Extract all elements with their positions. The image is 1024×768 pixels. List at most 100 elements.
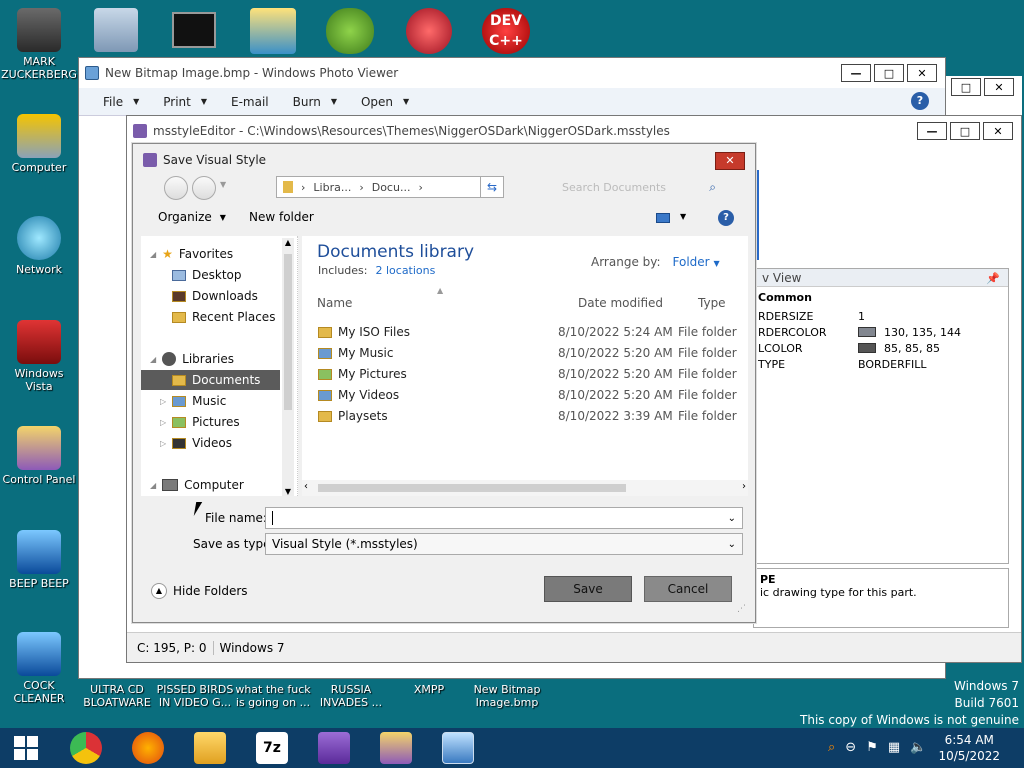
p-app-icon[interactable] — [406, 8, 452, 54]
file-row[interactable]: My Music 8/10/2022 5:20 AM File folder — [318, 343, 737, 363]
tree-favorites[interactable]: ◢ ★ Favorites — [150, 247, 233, 261]
menu-open[interactable]: Open ▼ — [361, 95, 409, 109]
forward-button[interactable] — [192, 176, 216, 200]
tree-recent-places[interactable]: Recent Places — [172, 310, 275, 324]
property-row[interactable]: RDERCOLOR 130, 135, 144 — [754, 324, 1008, 340]
minimize-button[interactable]: — — [841, 64, 871, 82]
menu-file[interactable]: File ▼ — [103, 95, 139, 109]
desktop-icon-top-3[interactable] — [250, 8, 296, 54]
hide-folders-button[interactable]: ▲ Hide Folders — [151, 583, 248, 599]
tree-videos[interactable]: ▷ Videos — [160, 436, 232, 450]
minus-tray-icon[interactable]: ⊖ — [845, 740, 856, 755]
view-options-icon[interactable] — [656, 213, 670, 223]
pin-icon[interactable]: 📌 — [986, 270, 1000, 288]
refresh-button[interactable]: ⇆ — [480, 176, 504, 198]
file-row[interactable]: My ISO Files 8/10/2022 5:24 AM File folder — [318, 322, 737, 342]
menu-email[interactable]: E-mail — [231, 95, 269, 109]
arrange-by-dropdown[interactable]: Folder ▼ — [673, 255, 720, 269]
maximize-button[interactable]: □ — [951, 78, 981, 96]
tree-scroll-thumb[interactable] — [284, 254, 292, 410]
tree-documents[interactable]: Documents — [172, 373, 260, 387]
column-name[interactable]: Name — [317, 296, 352, 310]
devcpp-icon[interactable]: DEV C++ — [482, 8, 530, 54]
desktop-icon-cock-cleaner[interactable]: COCK CLEANER — [0, 632, 78, 705]
scroll-up-arrow[interactable]: ▲ — [282, 238, 294, 247]
minimize-button[interactable]: — — [917, 122, 947, 140]
tree-desktop[interactable]: Desktop — [172, 268, 242, 282]
back-button[interactable] — [164, 176, 188, 200]
file-row[interactable]: My Pictures 8/10/2022 5:20 AM File folder — [318, 364, 737, 384]
scroll-right-arrow[interactable]: › — [742, 481, 746, 492]
tree-libraries[interactable]: ◢ Libraries — [150, 352, 234, 366]
tree-pictures[interactable]: ▷ Pictures — [160, 415, 240, 429]
chrome-icon[interactable] — [70, 732, 102, 764]
tree-scrollbar[interactable]: ▲ ▼ — [282, 238, 294, 496]
save-type-select[interactable]: Visual Style (*.msstyles) ⌄ — [265, 533, 743, 555]
desktop-icon-xmpp[interactable]: XMPP — [390, 683, 468, 696]
visual-studio-icon[interactable] — [318, 732, 350, 764]
search-tray-icon[interactable]: ⌕ — [828, 740, 835, 755]
file-name-input[interactable]: ⌄ — [265, 507, 743, 529]
close-button[interactable]: ✕ — [907, 64, 937, 82]
new-folder-button[interactable]: New folder — [249, 210, 314, 224]
photo-viewer-titlebar[interactable]: New Bitmap Image.bmp - Windows Photo Vie… — [79, 58, 945, 88]
file-explorer-icon[interactable] — [194, 732, 226, 764]
property-row[interactable]: LCOLOR 85, 85, 85 — [754, 340, 1008, 356]
network-tray-icon[interactable]: ▦ — [888, 740, 900, 755]
cancel-button[interactable]: Cancel — [644, 576, 732, 602]
desktop-icon-computer[interactable]: Computer — [0, 114, 78, 174]
view-dropdown-arrow[interactable]: ▼ — [680, 212, 686, 221]
tree-downloads[interactable]: Downloads — [172, 289, 258, 303]
content-hscroll-thumb[interactable] — [318, 484, 626, 492]
desktop-icon-wtf[interactable]: what the fuck is going on ... — [234, 683, 312, 709]
desktop-icon-pissed-birds[interactable]: PISSED BIRDS IN VIDEO G... — [156, 683, 234, 709]
desktop-icon-windows-vista[interactable]: Windows Vista — [0, 320, 78, 393]
desktop-icon-beep-beep[interactable]: BEEP BEEP — [0, 530, 78, 590]
breadcrumb-documents[interactable]: Docu... — [372, 181, 411, 194]
desktop-icon-ultra-cd[interactable]: ULTRA CD BLOATWARE — [78, 683, 156, 709]
save-type-dropdown-arrow[interactable]: ⌄ — [728, 539, 736, 550]
desktop-icon-top-1[interactable] — [94, 8, 138, 52]
breadcrumb-libraries[interactable]: Libra... — [313, 181, 351, 194]
cmd-icon[interactable] — [172, 12, 216, 48]
maximize-button[interactable]: □ — [950, 122, 980, 140]
menu-print[interactable]: Print ▼ — [163, 95, 207, 109]
editor-titlebar[interactable]: msstyleEditor - C:\Windows\Resources\The… — [127, 116, 1021, 146]
control-panel-taskbar-icon[interactable] — [380, 732, 412, 764]
column-type[interactable]: Type — [698, 296, 726, 310]
recent-locations-arrow[interactable]: ▼ — [220, 180, 226, 189]
search-icon[interactable]: ⌕ — [709, 180, 716, 195]
desktop-icon-new-bitmap[interactable]: New Bitmap Image.bmp — [468, 683, 546, 709]
close-button[interactable]: ✕ — [983, 122, 1013, 140]
menu-burn[interactable]: Burn ▼ — [293, 95, 337, 109]
file-name-dropdown-arrow[interactable]: ⌄ — [728, 513, 736, 524]
photo-viewer-taskbar-icon[interactable] — [442, 732, 474, 764]
close-button[interactable]: ✕ — [715, 152, 745, 170]
address-bar[interactable]: › Libra... › Docu... › ▼ — [276, 176, 502, 198]
column-date[interactable]: Date modified — [578, 296, 663, 310]
desktop-icon-russia[interactable]: RUSSIA INVADES ... — [312, 683, 390, 709]
scroll-down-arrow[interactable]: ▼ — [282, 487, 294, 496]
scroll-left-arrow[interactable]: ‹ — [304, 481, 308, 492]
property-row[interactable]: RDERSIZE 1 — [754, 308, 1008, 324]
flag-icon[interactable]: ⚑ — [866, 740, 878, 755]
dialog-titlebar[interactable]: Save Visual Style — [133, 144, 755, 176]
file-row[interactable]: My Videos 8/10/2022 5:20 AM File folder — [318, 385, 737, 405]
desktop-icon-network[interactable]: Network — [0, 216, 78, 276]
7zip-icon[interactable]: 7z — [256, 732, 288, 764]
desktop-icon-control-panel[interactable]: Control Panel — [0, 426, 78, 486]
help-icon[interactable]: ? — [911, 92, 929, 110]
save-button[interactable]: Save — [544, 576, 632, 602]
firefox-icon[interactable] — [132, 732, 164, 764]
property-row[interactable]: TYPE BORDERFILL — [754, 356, 1008, 372]
start-button[interactable] — [14, 736, 38, 760]
content-hscrollbar[interactable]: ‹ › — [302, 480, 748, 496]
desktop-icon-mark-zuckerberg[interactable]: MARK ZUCKERBERG — [0, 8, 78, 81]
close-button[interactable]: ✕ — [984, 78, 1014, 96]
angry-birds-icon[interactable] — [326, 8, 374, 54]
clock[interactable]: 6:54 AM 10/5/2022 — [938, 732, 1000, 764]
volume-icon[interactable]: 🔈 — [910, 740, 926, 755]
file-row[interactable]: Playsets 8/10/2022 3:39 AM File folder — [318, 406, 737, 426]
help-icon[interactable]: ? — [718, 210, 734, 226]
tree-computer[interactable]: ◢ Computer — [150, 478, 244, 492]
